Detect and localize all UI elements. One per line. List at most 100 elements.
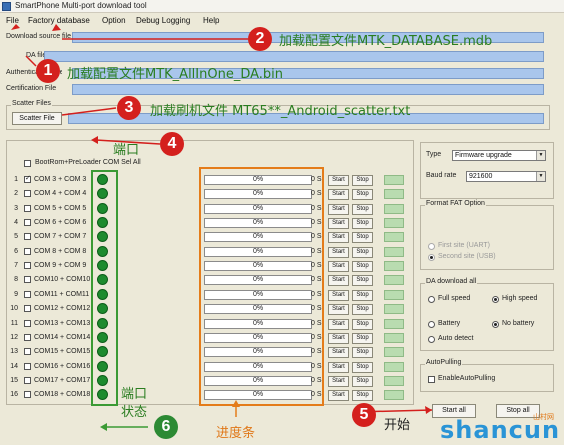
full-speed-label: Full speed: [438, 295, 471, 302]
port-stop-button[interactable]: Stop: [352, 376, 373, 387]
port-stop-button[interactable]: Stop: [352, 333, 373, 344]
port-checkbox[interactable]: [24, 334, 31, 341]
port-status-dot: [97, 375, 108, 386]
battery-radio[interactable]: [428, 321, 435, 328]
port-checkbox[interactable]: [24, 262, 31, 269]
port-start-button[interactable]: Start: [328, 175, 349, 186]
port-row-number: 11: [10, 320, 18, 327]
port-stop-button[interactable]: Stop: [352, 189, 373, 200]
first-site-radio[interactable]: [428, 243, 435, 250]
port-time: 0 S: [311, 320, 322, 327]
port-checkbox[interactable]: [24, 320, 31, 327]
scatter-files-title: Scatter Files: [11, 100, 52, 107]
port-status-dot: [97, 303, 108, 314]
port-start-button[interactable]: Start: [328, 376, 349, 387]
port-checkbox[interactable]: [24, 291, 31, 298]
badge-5: 5: [352, 403, 376, 427]
full-speed-radio[interactable]: [428, 296, 435, 303]
no-battery-radio[interactable]: [492, 321, 499, 328]
port-row-number: 14: [10, 363, 18, 370]
baud-rate-label: Baud rate: [426, 172, 457, 179]
port-checkbox[interactable]: [24, 174, 31, 183]
port-stop-button[interactable]: Stop: [352, 275, 373, 286]
port-checkbox[interactable]: [24, 377, 31, 384]
chevron-down-icon: ▼: [536, 151, 545, 160]
port-start-button[interactable]: Start: [328, 319, 349, 330]
port-stop-button[interactable]: Stop: [352, 218, 373, 229]
port-start-button[interactable]: Start: [328, 362, 349, 373]
authentication-file-input[interactable]: [72, 68, 544, 79]
select-all-checkbox[interactable]: [24, 160, 31, 167]
stop-all-button[interactable]: Stop all: [496, 404, 540, 418]
port-checkbox[interactable]: [24, 348, 31, 355]
port-checkbox[interactable]: [24, 363, 31, 370]
port-start-button[interactable]: Start: [328, 247, 349, 258]
port-start-button[interactable]: Start: [328, 304, 349, 315]
type-select[interactable]: Firmware upgrade ▼: [452, 150, 546, 161]
port-start-button[interactable]: Start: [328, 218, 349, 229]
port-checkbox[interactable]: [24, 205, 31, 212]
port-result-indicator: [384, 390, 404, 400]
port-label: COM 9 + COM 9: [34, 262, 87, 269]
baud-rate-select[interactable]: 921600 ▼: [466, 171, 546, 182]
high-speed-radio[interactable]: [492, 296, 499, 303]
auto-detect-radio[interactable]: [428, 336, 435, 343]
enable-autopulling-checkbox[interactable]: [428, 376, 435, 383]
port-stop-button[interactable]: Stop: [352, 304, 373, 315]
arrow-6-tip: [100, 423, 107, 431]
port-time: 0 S: [311, 291, 322, 298]
port-time: 0 S: [311, 363, 322, 370]
menu-factory-database[interactable]: Factory database: [26, 15, 92, 26]
port-progress-bar: 0%: [204, 175, 312, 185]
start-all-button[interactable]: Start all: [432, 404, 476, 418]
port-stop-button[interactable]: Stop: [352, 362, 373, 373]
port-checkbox[interactable]: [24, 190, 31, 197]
port-start-button[interactable]: Start: [328, 347, 349, 358]
port-checkbox[interactable]: [24, 248, 31, 255]
port-stop-button[interactable]: Stop: [352, 204, 373, 215]
port-checkbox[interactable]: [24, 391, 31, 398]
port-stop-button[interactable]: Stop: [352, 319, 373, 330]
port-stop-button[interactable]: Stop: [352, 247, 373, 258]
port-progress-bar: 0%: [204, 275, 312, 285]
port-start-button[interactable]: Start: [328, 333, 349, 344]
port-label: COM16 + COM16: [34, 363, 91, 370]
port-checkbox[interactable]: [24, 219, 31, 226]
enable-autopulling-label: EnableAutoPulling: [438, 375, 496, 382]
port-checkbox[interactable]: [24, 305, 31, 312]
menu-file[interactable]: File: [4, 15, 21, 26]
port-start-button[interactable]: Start: [328, 390, 349, 401]
scatter-file-input[interactable]: [68, 113, 544, 124]
autopulling-title: AutoPulling: [425, 359, 463, 366]
port-start-button[interactable]: Start: [328, 290, 349, 301]
scatter-file-button[interactable]: Scatter File: [12, 112, 62, 125]
port-label: COM 4 + COM 4: [34, 190, 87, 197]
port-start-button[interactable]: Start: [328, 261, 349, 272]
port-row-number: 2: [14, 190, 18, 197]
port-progress-bar: 0%: [204, 232, 312, 242]
port-stop-button[interactable]: Stop: [352, 175, 373, 186]
port-start-button[interactable]: Start: [328, 204, 349, 215]
port-stop-button[interactable]: Stop: [352, 261, 373, 272]
da-download-title: DA download all: [425, 278, 478, 285]
port-start-button[interactable]: Start: [328, 189, 349, 200]
da-file-input[interactable]: [44, 51, 544, 62]
port-start-button[interactable]: Start: [328, 275, 349, 286]
menu-debug-logging[interactable]: Debug Logging: [134, 15, 192, 26]
port-stop-button[interactable]: Stop: [352, 290, 373, 301]
port-stop-button[interactable]: Stop: [352, 347, 373, 358]
port-stop-button[interactable]: Stop: [352, 232, 373, 243]
port-label: COM18 + COM18: [34, 391, 91, 398]
chevron-down-icon: ▼: [536, 172, 545, 181]
port-result-indicator: [384, 204, 404, 214]
second-site-radio[interactable]: [428, 254, 435, 261]
port-checkbox[interactable]: [24, 276, 31, 283]
port-start-button[interactable]: Start: [328, 232, 349, 243]
port-label: COM 8 + COM 8: [34, 248, 87, 255]
port-checkbox[interactable]: [24, 233, 31, 240]
download-source-input[interactable]: [72, 32, 544, 43]
menu-option[interactable]: Option: [100, 15, 128, 26]
menu-help[interactable]: Help: [201, 15, 221, 26]
port-stop-button[interactable]: Stop: [352, 390, 373, 401]
certification-file-input[interactable]: [72, 84, 544, 95]
